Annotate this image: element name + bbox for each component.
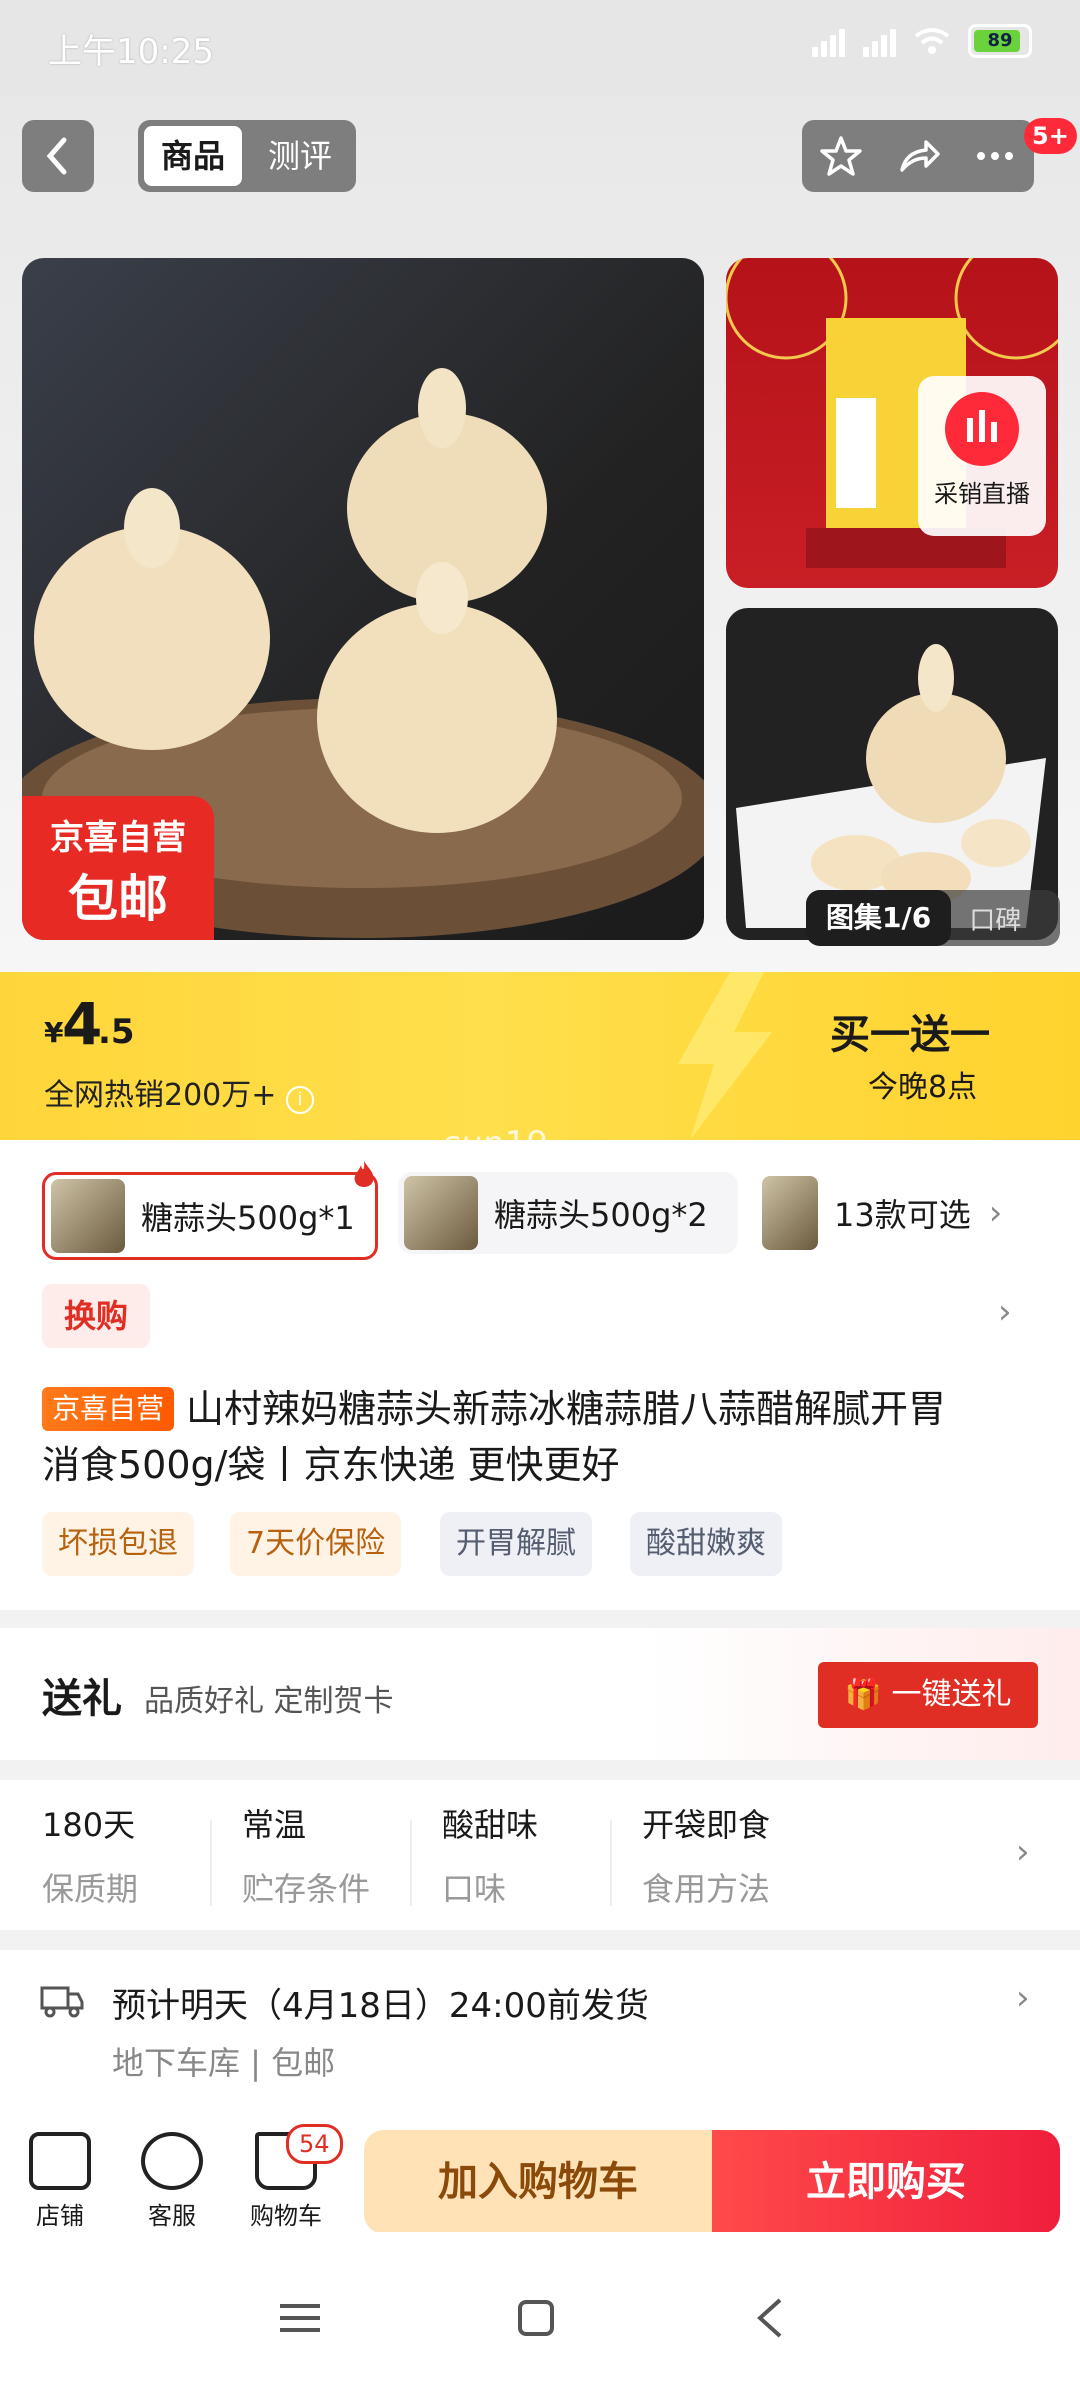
- send-gift-label: 一键送礼: [891, 1677, 1012, 1712]
- attr-key: 保质期: [42, 1870, 139, 1908]
- chevron-right-icon[interactable]: ›: [998, 1292, 1012, 1332]
- jingxi-badge-bottom: 包邮: [68, 870, 168, 928]
- product-title-line2: 消食500g/袋丨京东快递 更快更好: [42, 1443, 620, 1487]
- sku-thumbnail: [762, 1176, 818, 1250]
- sku-option-1[interactable]: 糖蒜头500g*1: [42, 1161, 378, 1260]
- message-badge: 5+: [1024, 118, 1077, 154]
- service-tag[interactable]: 7天价保险: [230, 1512, 402, 1576]
- chevron-left-icon: [46, 137, 67, 175]
- sku-more-label: 13款可选: [834, 1196, 971, 1234]
- promo-title: 买一送一: [830, 1012, 990, 1058]
- delivery-estimate: 预计明天（4月18日）24:00前发货: [112, 1986, 649, 2026]
- attr-value: 酸甜味: [442, 1806, 539, 1844]
- attr-shelf-life: 180天 保质期: [42, 1800, 242, 1910]
- back-button[interactable]: [22, 120, 94, 192]
- gallery-review-tab[interactable]: 口碑: [951, 900, 1021, 937]
- tab-product[interactable]: 商品: [144, 126, 242, 186]
- attributes-section[interactable]: 180天 保质期 常温 贮存条件 酸甜味 口味 开袋即食 食用方法 ›: [0, 1780, 1080, 1930]
- gallery-counter[interactable]: 图集1/6 口碑: [806, 890, 1060, 946]
- attr-storage: 常温 贮存条件: [242, 1800, 442, 1910]
- sku-thumbnail: [51, 1179, 125, 1253]
- gift-section: 送礼 品质好礼 定制贺卡 🎁 一键送礼: [0, 1628, 1080, 1760]
- send-gift-button[interactable]: 🎁 一键送礼: [818, 1662, 1038, 1728]
- sku-label: 糖蒜头500g*1: [141, 1199, 355, 1237]
- menu-icon[interactable]: [278, 2300, 322, 2336]
- service-tag[interactable]: 坏损包退: [42, 1512, 194, 1576]
- signal-icon-2: [863, 25, 896, 57]
- chevron-right-icon: ›: [1016, 1978, 1030, 2018]
- live-stream-button[interactable]: 采销直播: [918, 376, 1046, 536]
- attr-value: 常温: [242, 1806, 307, 1844]
- buy-now-button[interactable]: 立即购买: [712, 2130, 1060, 2234]
- sku-more[interactable]: 13款可选 ›: [756, 1172, 1056, 1254]
- attr-key: 食用方法: [642, 1870, 771, 1908]
- attr-flavor: 酸甜味 口味: [442, 1800, 642, 1910]
- service-icon: [141, 2132, 203, 2190]
- system-nav-bar: [0, 2232, 1080, 2400]
- divider: [410, 1820, 412, 1906]
- jingxi-badge-top: 京喜自营: [50, 818, 186, 858]
- watermark-text: sun19: [444, 1124, 549, 1164]
- store-icon: [29, 2132, 91, 2190]
- signal-icon: [812, 25, 845, 57]
- feature-tag: 开胃解腻: [440, 1512, 592, 1576]
- info-icon: i: [285, 1086, 314, 1114]
- service-label: 客服: [148, 2202, 196, 2230]
- battery-icon: 89: [968, 24, 1032, 58]
- wifi-icon: [914, 28, 950, 54]
- cart-count-badge: 54: [286, 2124, 343, 2164]
- store-button[interactable]: 店铺: [10, 2132, 110, 2231]
- chevron-right-icon: ›: [1016, 1832, 1030, 1872]
- share-icon[interactable]: [896, 134, 940, 178]
- gallery-count: 图集1/6: [806, 890, 952, 946]
- product-title-tag: 京喜自营: [42, 1387, 175, 1431]
- service-button[interactable]: 客服: [122, 2132, 222, 2231]
- price-currency: ¥: [44, 1016, 64, 1049]
- exchange-tag[interactable]: 换购: [42, 1284, 150, 1348]
- star-icon[interactable]: [819, 134, 863, 178]
- price-decimal: .5: [98, 1012, 135, 1052]
- add-to-cart-button[interactable]: 加入购物车: [364, 2130, 712, 2234]
- sold-count-text: 全网热销200万+: [44, 1078, 277, 1113]
- truck-icon: [40, 1986, 84, 2018]
- gift-title: 送礼: [42, 1676, 122, 1722]
- price-integer: 4: [62, 990, 103, 1058]
- divider: [210, 1820, 212, 1906]
- promo-time: 今晚8点: [868, 1070, 978, 1105]
- status-bar: 上午10:25 89: [0, 0, 1080, 96]
- live-icon: [945, 392, 1019, 466]
- delivery-location: 地下车库 | 包邮: [112, 2044, 336, 2082]
- divider: [610, 1820, 612, 1906]
- gift-icon: 🎁: [844, 1677, 882, 1712]
- sku-thumbnail: [404, 1176, 478, 1250]
- status-icons: 89: [812, 24, 1032, 58]
- gift-subtitle: 品质好礼 定制贺卡: [144, 1684, 394, 1719]
- sku-option-2[interactable]: 糖蒜头500g*2: [398, 1172, 738, 1254]
- attr-value: 开袋即食: [642, 1806, 771, 1844]
- attr-usage: 开袋即食 食用方法: [642, 1800, 842, 1910]
- attr-value: 180天: [42, 1806, 136, 1844]
- product-title-line1: 山村辣妈糖蒜头新蒜冰糖蒜腊八蒜醋解腻开胃: [186, 1387, 947, 1431]
- status-time: 上午10:25: [48, 32, 214, 72]
- store-label: 店铺: [36, 2202, 84, 2230]
- feature-tag: 酸甜嫩爽: [630, 1512, 782, 1576]
- attr-key: 贮存条件: [242, 1870, 371, 1908]
- sold-count[interactable]: 全网热销200万+ i: [44, 1070, 314, 1114]
- live-label: 采销直播: [934, 480, 1030, 508]
- header-tabs: 商品 测评: [138, 120, 356, 192]
- more-icon[interactable]: [973, 134, 1017, 178]
- cart-label: 购物车: [250, 2202, 322, 2230]
- chevron-right-icon: ›: [988, 1193, 1003, 1233]
- fire-icon: [354, 1161, 374, 1187]
- sku-label: 糖蒜头500g*2: [494, 1196, 708, 1234]
- attr-key: 口味: [442, 1870, 507, 1908]
- header-toolbar: [802, 120, 1034, 192]
- lightning-icon: [678, 972, 772, 1140]
- delivery-section[interactable]: 预计明天（4月18日）24:00前发货 地下车库 | 包邮 ›: [0, 1950, 1080, 2130]
- tab-review[interactable]: 测评: [250, 120, 350, 192]
- jingxi-badge: 京喜自营 包邮: [22, 796, 214, 940]
- home-icon[interactable]: [516, 2298, 556, 2338]
- back-nav-icon[interactable]: [752, 2296, 788, 2340]
